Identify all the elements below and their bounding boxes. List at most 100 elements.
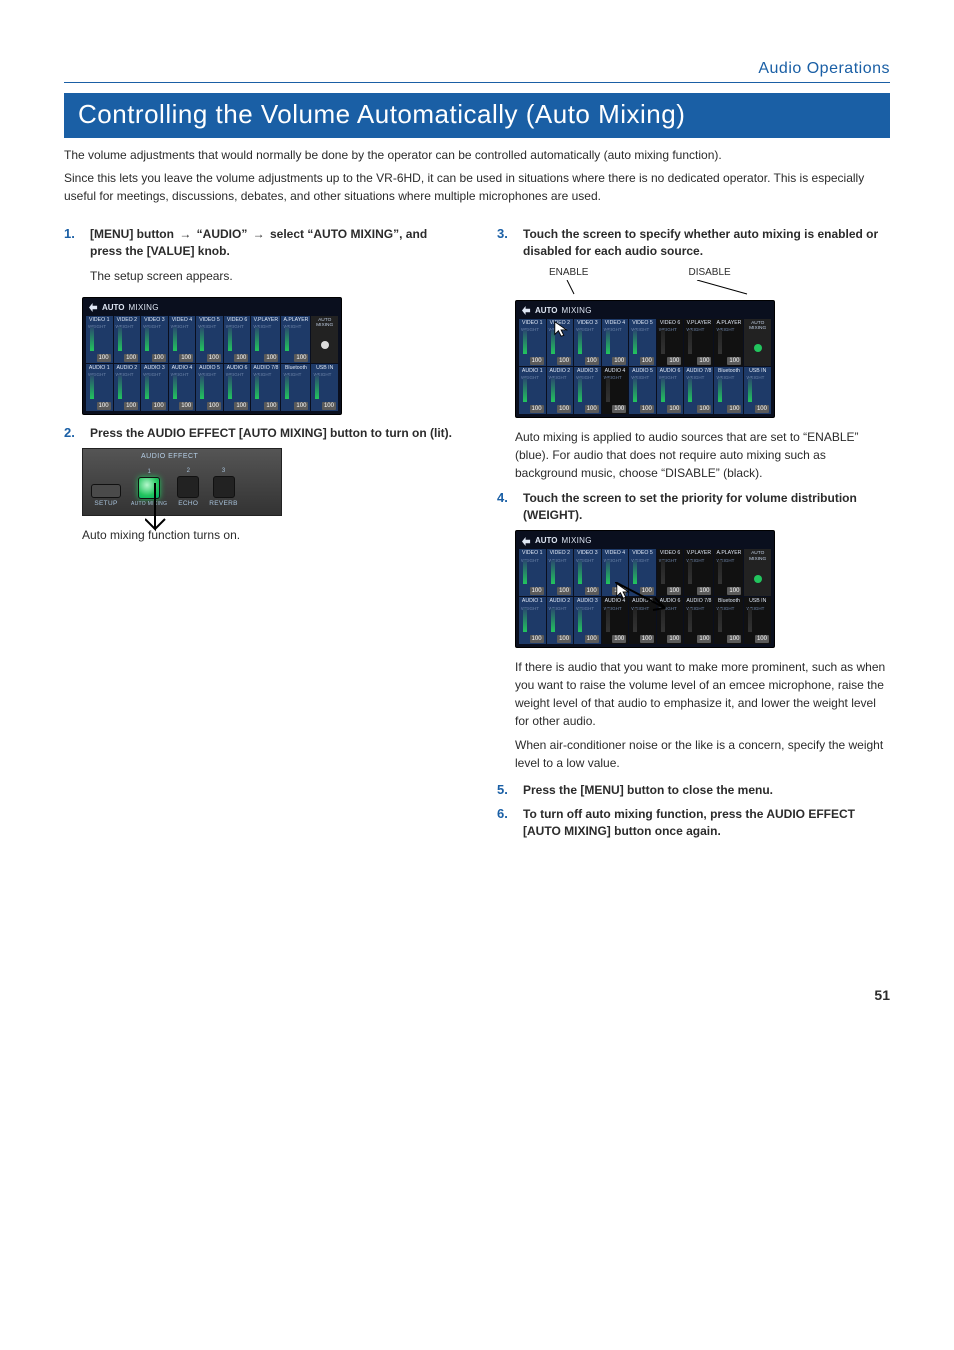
weight-value: 100 xyxy=(557,405,571,413)
channel-cell: A.PLAYERWEIGHT100 xyxy=(281,316,310,363)
step-1-after: The setup screen appears. xyxy=(90,267,457,285)
weight-value: 100 xyxy=(97,354,111,362)
channel-label: Bluetooth xyxy=(283,366,308,371)
level-bar-icon xyxy=(118,375,122,399)
channel-label: AUDIO 7/8 xyxy=(253,366,278,371)
channel-label: A.PLAYER xyxy=(716,321,741,326)
step-2: 2. Press the AUDIO EFFECT [AUTO MIXING] … xyxy=(64,425,457,442)
level-bar-icon xyxy=(173,327,177,351)
weight-value: 100 xyxy=(612,357,626,365)
channel-cell: AUDIO 1WEIGHT100 xyxy=(519,597,546,644)
channel-cell: VIDEO 3WEIGHT100 xyxy=(574,549,601,596)
level-bar-icon xyxy=(315,375,319,399)
weight-value: 100 xyxy=(152,402,166,410)
weight-value: 100 xyxy=(264,354,278,362)
weight-value: 100 xyxy=(294,402,308,410)
channel-cell: VIDEO 1WEIGHT100 xyxy=(519,319,546,366)
weight-value: 100 xyxy=(264,402,278,410)
channel-label: VIDEO 3 xyxy=(576,321,599,326)
channel-cell: A.PLAYERWEIGHT100 xyxy=(714,319,743,366)
weight-value: 100 xyxy=(124,354,138,362)
weight-value: 100 xyxy=(697,357,711,365)
page-number: 51 xyxy=(64,987,890,1003)
level-bar-icon xyxy=(688,608,692,632)
level-bar-icon xyxy=(578,608,582,632)
channel-cell: V.PLAYERWEIGHT100 xyxy=(251,316,280,363)
level-bar-icon xyxy=(606,608,610,632)
left-column: 1. [MENU] button → “AUDIO” → select “AUT… xyxy=(64,220,457,847)
channel-cell: VIDEO 5WEIGHT100 xyxy=(629,319,656,366)
weight-value: 100 xyxy=(234,402,248,410)
level-bar-icon xyxy=(551,330,555,354)
weight-value: 100 xyxy=(727,405,741,413)
weight-value: 100 xyxy=(557,587,571,595)
step-1-num: 1. xyxy=(64,226,82,291)
level-bar-icon xyxy=(523,330,527,354)
channel-cell: VIDEO 3WEIGHT100 xyxy=(141,316,168,363)
step-2-after: Auto mixing function turns on. xyxy=(82,528,457,542)
weight-value: 100 xyxy=(612,635,626,643)
weight-value: 100 xyxy=(585,357,599,365)
channel-cell: AUDIO 1WEIGHT100 xyxy=(519,367,546,414)
back-icon xyxy=(88,303,98,313)
level-bar-icon xyxy=(551,378,555,402)
fx3-label: REVERB xyxy=(209,500,238,507)
level-bar-icon xyxy=(633,378,637,402)
auto-mixing-screen-1: AUTO MIXING VIDEO 1WEIGHT100VIDEO 2WEIGH… xyxy=(82,297,342,415)
auto-mixing-label: AUTOMIXING xyxy=(313,318,336,330)
channel-label: VIDEO 6 xyxy=(659,321,682,326)
step-4: 4. Touch the screen to set the priority … xyxy=(497,490,890,525)
channel-cell: BluetoothWEIGHT100 xyxy=(714,597,743,644)
channel-label: AUDIO 1 xyxy=(521,599,544,604)
weight-value: 100 xyxy=(612,405,626,413)
channel-label: AUDIO 1 xyxy=(521,369,544,374)
screen-title-b: MIXING xyxy=(562,307,592,315)
auto-mixing-toggle: AUTOMIXING xyxy=(744,549,771,596)
level-bar-icon xyxy=(90,375,94,399)
channel-label: AUDIO 4 xyxy=(171,366,194,371)
channel-label: VIDEO 6 xyxy=(659,551,682,556)
channel-label: VIDEO 5 xyxy=(631,551,654,556)
channel-cell: A.PLAYERWEIGHT100 xyxy=(714,549,743,596)
channel-cell: VIDEO 4WEIGHT100 xyxy=(169,316,196,363)
weight-value: 100 xyxy=(530,357,544,365)
callout-arrow-icon xyxy=(615,582,675,614)
fx2-num: 2 xyxy=(187,468,190,474)
channel-label: V.PLAYER xyxy=(686,321,711,326)
channel-cell: BluetoothWEIGHT100 xyxy=(714,367,743,414)
level-bar-icon xyxy=(606,560,610,584)
auto-mixing-toggle: AUTOMIXING xyxy=(311,316,338,363)
channel-label: USB IN xyxy=(746,369,769,374)
channel-label: VIDEO 5 xyxy=(198,318,221,323)
channel-label: AUDIO 7/8 xyxy=(686,369,711,374)
level-bar-icon xyxy=(285,327,289,351)
channel-cell: VIDEO 2WEIGHT100 xyxy=(114,316,141,363)
step-2-lead: Press the AUDIO EFFECT [AUTO MIXING] but… xyxy=(90,425,457,442)
arrow-icon: → xyxy=(251,227,270,241)
channel-label: V.PLAYER xyxy=(686,551,711,556)
weight-value: 100 xyxy=(530,405,544,413)
fx1-num: 1 xyxy=(147,469,150,475)
step-2-num: 2. xyxy=(64,425,82,442)
channel-label: Bluetooth xyxy=(716,369,741,374)
channel-label: VIDEO 2 xyxy=(549,551,572,556)
auto-mixing-label: AUTOMIXING xyxy=(746,551,769,563)
step-1-lead-a: [MENU] button xyxy=(90,227,177,241)
channel-label: AUDIO 7/8 xyxy=(686,599,711,604)
level-bar-icon xyxy=(688,378,692,402)
level-bar-icon xyxy=(578,330,582,354)
disable-label: DISABLE xyxy=(688,267,730,278)
step-5: 5. Press the [MENU] button to close the … xyxy=(497,782,890,799)
level-bar-icon xyxy=(145,375,149,399)
back-icon xyxy=(521,306,531,316)
level-bar-icon xyxy=(661,378,665,402)
reverb-button: 3 REVERB xyxy=(209,468,238,507)
weight-value: 100 xyxy=(294,354,308,362)
weight-value: 100 xyxy=(697,405,711,413)
level-bar-icon xyxy=(200,375,204,399)
intro-p2: Since this lets you leave the volume adj… xyxy=(64,169,890,206)
channel-cell: AUDIO 4WEIGHT100 xyxy=(169,364,196,411)
channel-label: VIDEO 4 xyxy=(604,321,627,326)
auto-mixing-toggle: AUTOMIXING xyxy=(744,319,771,366)
step-5-lead: Press the [MENU] button to close the men… xyxy=(523,782,890,799)
